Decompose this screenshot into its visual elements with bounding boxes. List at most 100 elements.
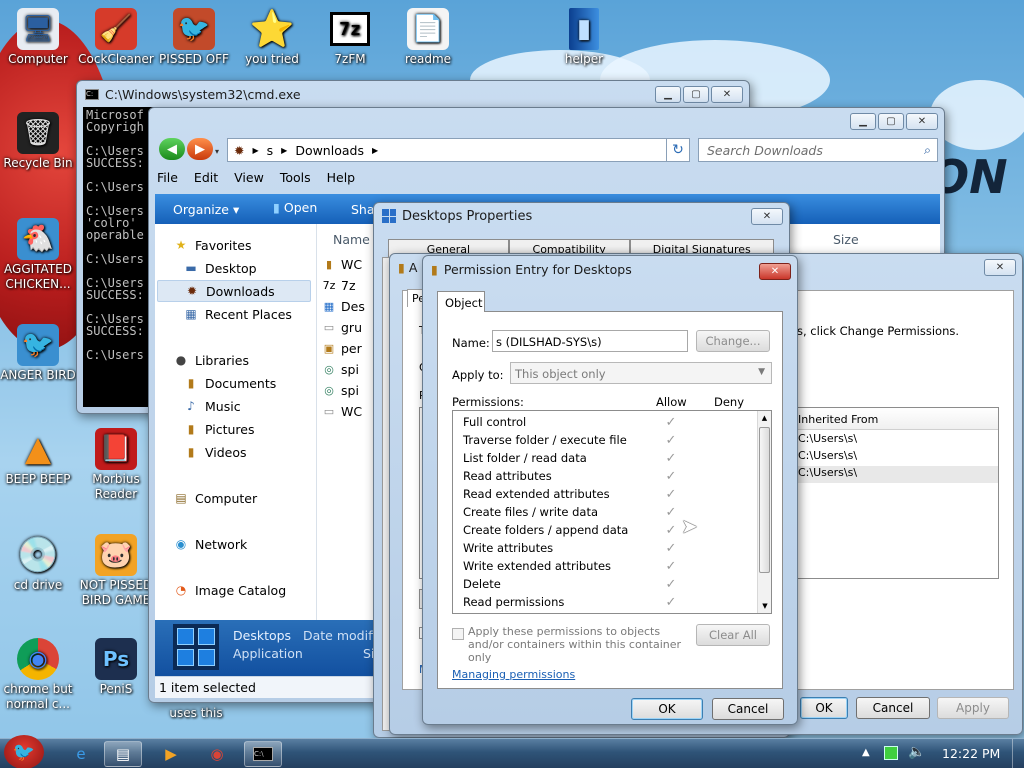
desktop-icon-readme[interactable]: 📄 readme xyxy=(386,8,470,67)
volume-icon[interactable]: 🔈 xyxy=(908,744,925,760)
cancel-button[interactable]: Cancel xyxy=(712,698,784,720)
menu-view[interactable]: View xyxy=(234,170,264,185)
desktop-icon-uses-this[interactable]: uses this xyxy=(154,706,238,721)
nav-favorites[interactable]: ★ Favorites xyxy=(173,234,252,256)
search-icon[interactable]: ⌕ xyxy=(924,142,931,158)
share-button[interactable]: Sha xyxy=(351,202,375,217)
apply-button[interactable]: Apply xyxy=(937,697,1009,719)
ok-button[interactable]: OK xyxy=(631,698,703,720)
desktop-icon-anger-bird[interactable]: 🐦 ANGER BIRD xyxy=(0,324,80,383)
nav-computer[interactable]: ▤ Computer xyxy=(173,487,257,509)
desktop-icon-chrome[interactable]: ◉ chrome but normal c... xyxy=(0,638,80,712)
managing-permissions-link[interactable]: Managing permissions xyxy=(452,668,575,681)
permissions-list[interactable]: Full control ✓ Traverse folder / execute f… xyxy=(452,410,772,614)
scroll-up-arrow[interactable]: ▲ xyxy=(758,411,771,425)
column-header-size[interactable]: Size xyxy=(833,232,859,247)
desktop-icon-not-pissed-bird-game[interactable]: 🐷 NOT PISSED BIRD GAME xyxy=(74,534,158,608)
cmd-titlebar[interactable]: C: C:\Windows\system32\cmd.exe xyxy=(77,81,749,107)
nav-network[interactable]: ◉ Network xyxy=(173,533,247,555)
breadcrumb-downloads[interactable]: Downloads xyxy=(295,143,364,158)
address-bar[interactable]: ✹ ▶ s ▶ Downloads ▶ ▼ xyxy=(227,138,687,162)
nav-documents[interactable]: ▮ Documents xyxy=(183,372,277,394)
network-tray-icon[interactable] xyxy=(884,746,898,760)
allow-check-icon[interactable]: ✓ xyxy=(651,433,691,448)
desktop-icon-computer[interactable]: 🖥 Computer xyxy=(0,8,80,67)
nav-image-catalog[interactable]: ◔ Image Catalog xyxy=(173,579,286,601)
permission-entry-titlebar[interactable]: ▮ Permission Entry for Desktops xyxy=(423,256,797,282)
entry-inherited-from[interactable]: C:\Users\s\ xyxy=(798,449,857,462)
nav-music[interactable]: ♪ Music xyxy=(183,395,240,417)
file-row[interactable]: ▣ per xyxy=(321,338,362,358)
allow-check-icon[interactable]: ✓ xyxy=(651,559,691,574)
desktop-icon-you-tried[interactable]: ⭐ you tried xyxy=(230,8,314,67)
file-row[interactable]: ▮ WC xyxy=(321,254,362,274)
column-header-inherited-from[interactable]: Inherited From xyxy=(798,408,998,430)
menu-help[interactable]: Help xyxy=(327,170,356,185)
entry-inherited-from[interactable]: C:\Users\s\ xyxy=(798,432,857,445)
scrollbar-thumb[interactable] xyxy=(759,427,770,573)
change-button[interactable]: Change... xyxy=(696,330,770,352)
file-row[interactable]: ◎ spi xyxy=(321,380,359,400)
permissions-scrollbar[interactable]: ▲ ▼ xyxy=(757,411,771,613)
clear-all-button[interactable]: Clear All xyxy=(696,624,770,646)
tray-expand-icon[interactable]: ▲ xyxy=(862,747,870,758)
desktop-icon-helper[interactable]: ▮ helper xyxy=(542,8,626,67)
file-row[interactable]: ▦ Des xyxy=(321,296,365,316)
allow-check-icon[interactable]: ✓ xyxy=(651,469,691,484)
refresh-button[interactable]: ↻ xyxy=(666,138,690,162)
desktop-icon-aggitated-chicken[interactable]: 🐔 AGGITATED CHICKEN... xyxy=(0,218,80,292)
desktop-icon-cd-drive[interactable]: 💿 cd drive xyxy=(0,534,80,593)
desktop-icon-pissed-off[interactable]: 🐦 PISSED OFF xyxy=(152,8,236,67)
desktop-icon-cockcleaner[interactable]: 🧹 CockCleaner xyxy=(74,8,158,67)
nav-downloads[interactable]: ✹ Downloads xyxy=(157,280,311,302)
allow-check-icon[interactable]: ✓ xyxy=(651,451,691,466)
apply-to-select[interactable]: This object only ▼ xyxy=(510,362,772,384)
column-header-name[interactable]: Name xyxy=(333,232,370,247)
scroll-down-arrow[interactable]: ▼ xyxy=(758,599,771,613)
close-button[interactable]: ✕ xyxy=(751,208,783,225)
menu-file[interactable]: File xyxy=(157,170,178,185)
menu-edit[interactable]: Edit xyxy=(194,170,218,185)
minimize-button[interactable]: ▁ xyxy=(850,113,876,130)
cancel-button[interactable]: Cancel xyxy=(856,697,930,719)
nav-recent-places[interactable]: ▦ Recent Places xyxy=(183,303,292,325)
file-row[interactable]: ◎ spi xyxy=(321,359,359,379)
properties-titlebar[interactable]: Desktops Properties xyxy=(374,203,789,229)
allow-check-icon[interactable]: ✓ xyxy=(651,541,691,556)
permission-entry-dialog[interactable]: ▮ Permission Entry for Desktops ✕ Object… xyxy=(422,255,798,725)
file-row[interactable]: ▭ gru xyxy=(321,317,362,337)
close-button[interactable]: ✕ xyxy=(711,86,743,103)
nav-pictures[interactable]: ▮ Pictures xyxy=(183,418,255,440)
explorer-taskbar-icon[interactable]: ▤ xyxy=(104,741,142,767)
name-field[interactable]: s (DILSHAD-SYS\s) xyxy=(492,330,688,352)
desktop-icon-7zfm[interactable]: 7z 7zFM xyxy=(308,8,392,67)
file-row[interactable]: ▭ WC xyxy=(321,401,362,421)
ok-button[interactable]: OK xyxy=(800,697,848,719)
nav-videos[interactable]: ▮ Videos xyxy=(183,441,247,463)
close-button[interactable]: ✕ xyxy=(984,259,1016,276)
entry-inherited-from-selected[interactable]: C:\Users\s\ xyxy=(798,466,998,483)
search-input[interactable]: Search Downloads ⌕ xyxy=(698,138,938,162)
back-button[interactable]: ◀ xyxy=(159,138,185,160)
organize-button[interactable]: Organize ▾ xyxy=(173,202,239,217)
close-button[interactable]: ✕ xyxy=(759,263,791,280)
desktop-icon-morbius-reader[interactable]: 📕 Morbius Reader xyxy=(74,428,158,502)
clock[interactable]: 12:22 PM xyxy=(942,746,1000,761)
cmd-taskbar-icon[interactable]: C:\ xyxy=(244,741,282,767)
forward-button[interactable]: ▶ xyxy=(187,138,213,160)
allow-check-icon[interactable]: ✓ xyxy=(651,577,691,592)
internet-explorer-icon[interactable]: e xyxy=(62,741,100,767)
chrome-icon[interactable]: ◉ xyxy=(198,741,236,767)
apply-to-children-checkbox[interactable] xyxy=(452,628,464,640)
minimize-button[interactable]: ▁ xyxy=(655,86,681,103)
desktop-icon-recycle-bin[interactable]: 🗑 Recycle Bin xyxy=(0,112,80,171)
nav-desktop[interactable]: ▬ Desktop xyxy=(183,257,256,279)
menu-tools[interactable]: Tools xyxy=(280,170,311,185)
maximize-button[interactable]: ▢ xyxy=(683,86,709,103)
start-button[interactable]: 🐦 xyxy=(4,735,44,768)
allow-check-icon[interactable]: ✓ xyxy=(651,595,691,610)
desktop-icon-beep-beep[interactable]: ▲ BEEP BEEP xyxy=(0,428,80,487)
file-row[interactable]: 7z 7z xyxy=(321,275,356,295)
media-player-icon[interactable]: ▶ xyxy=(152,741,190,767)
tab-object[interactable]: Object xyxy=(437,291,485,312)
